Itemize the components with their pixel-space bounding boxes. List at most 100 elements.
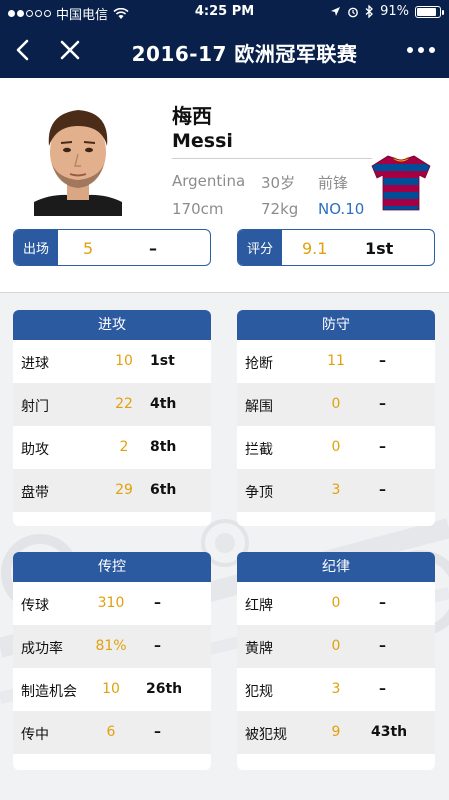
close-icon[interactable] xyxy=(54,34,86,66)
appearances-stat: 出场 5 – xyxy=(13,229,211,266)
stat-row: 盘带 29 6th xyxy=(13,469,211,512)
jersey-number: NO.10 xyxy=(318,200,365,218)
player-name-en: Messi xyxy=(172,130,233,152)
discipline-card: 纪律 红牌 0 – 黄牌 0 – 犯规 3 – 被犯规 9 43th xyxy=(237,552,435,770)
stat-rank: 26th xyxy=(146,681,183,697)
stat-label: 制造机会 xyxy=(21,684,77,700)
stat-value: 22 xyxy=(115,396,133,412)
stat-label: 被犯规 xyxy=(245,727,287,743)
stat-value: 2 xyxy=(119,439,129,455)
stat-row: 助攻 2 8th xyxy=(13,426,211,469)
stat-rank: – xyxy=(379,353,386,369)
stat-value: 3 xyxy=(331,681,341,697)
player-profile: 梅西 Messi Argentina 30岁 前锋 170cm 72kg NO.… xyxy=(0,78,449,292)
stat-rank: 43th xyxy=(371,724,408,740)
stat-rank: – xyxy=(379,439,386,455)
stat-value: 310 xyxy=(97,595,125,611)
stat-row: 黄牌 0 – xyxy=(237,625,435,668)
stat-row: 解围 0 – xyxy=(237,383,435,426)
stat-value: 29 xyxy=(115,482,133,498)
stat-rank: 8th xyxy=(150,439,177,455)
stat-rank: – xyxy=(154,595,161,611)
jersey-icon xyxy=(371,155,431,211)
stat-rank: 6th xyxy=(150,482,177,498)
name-divider xyxy=(172,158,372,159)
stat-row: 红牌 0 – xyxy=(237,582,435,625)
stat-row: 被犯规 9 43th xyxy=(237,711,435,754)
stat-label: 射门 xyxy=(21,399,49,415)
stat-value: 0 xyxy=(331,638,341,654)
appearances-rank: – xyxy=(149,239,157,258)
stat-row: 传球 310 – xyxy=(13,582,211,625)
position: 前锋 xyxy=(318,174,349,192)
card-title: 进攻 xyxy=(13,310,211,340)
stat-label: 红牌 xyxy=(245,598,273,614)
possession-card: 传控 传球 310 – 成功率 81% – 制造机会 10 26th 传中 6 – xyxy=(13,552,211,770)
defense-card: 防守 抢断 11 – 解围 0 – 拦截 0 – 争顶 3 – xyxy=(237,310,435,526)
rating-rank: 1st xyxy=(365,239,394,258)
attack-card: 进攻 进球 10 1st 射门 22 4th 助攻 2 8th 盘带 29 6th xyxy=(13,310,211,526)
stat-value: 6 xyxy=(106,724,116,740)
more-dots-icon[interactable] xyxy=(403,34,439,66)
stat-label: 争顶 xyxy=(245,485,273,501)
weight: 72kg xyxy=(261,200,299,218)
stat-row: 传中 6 – xyxy=(13,711,211,754)
stat-value: 10 xyxy=(102,681,120,697)
stat-label: 进球 xyxy=(21,356,49,372)
player-name-cn: 梅西 xyxy=(172,104,212,128)
nav-bar: 2016-17 欧洲冠军联赛 xyxy=(0,24,449,78)
stat-row: 成功率 81% – xyxy=(13,625,211,668)
location-arrow-icon xyxy=(331,7,341,16)
appearances-label: 出场 xyxy=(14,230,58,265)
stat-label: 成功率 xyxy=(21,641,63,657)
bluetooth-icon xyxy=(365,5,374,18)
stat-row: 进球 10 1st xyxy=(13,340,211,383)
stat-rank: – xyxy=(379,595,386,611)
stat-rank: – xyxy=(379,396,386,412)
stat-row: 犯规 3 – xyxy=(237,668,435,711)
card-title: 传控 xyxy=(13,552,211,582)
stat-row: 制造机会 10 26th xyxy=(13,668,211,711)
stat-value: 0 xyxy=(331,595,341,611)
top-bar: 中国电信 4:25 PM 91% 2016-17 欧洲冠军联赛 xyxy=(0,0,449,78)
stat-row: 抢断 11 – xyxy=(237,340,435,383)
stat-value: 10 xyxy=(115,353,133,369)
age: 30岁 xyxy=(261,174,296,192)
player-photo xyxy=(34,96,122,216)
stat-value: 9 xyxy=(331,724,341,740)
stat-row: 射门 22 4th xyxy=(13,383,211,426)
stat-value: 11 xyxy=(327,353,345,369)
height: 170cm xyxy=(172,200,224,218)
stat-row: 拦截 0 – xyxy=(237,426,435,469)
stat-label: 拦截 xyxy=(245,442,273,458)
page-title: 2016-17 欧洲冠军联赛 xyxy=(131,42,358,66)
card-title: 纪律 xyxy=(237,552,435,582)
nationality: Argentina xyxy=(172,172,246,190)
stat-rank: – xyxy=(154,638,161,654)
stat-value: 0 xyxy=(331,439,341,455)
chevron-left-icon[interactable] xyxy=(8,34,40,66)
stat-value: 0 xyxy=(331,396,341,412)
appearances-value: 5 xyxy=(83,239,94,258)
stat-rank: – xyxy=(379,638,386,654)
rating-stat: 评分 9.1 1st xyxy=(237,229,435,266)
stat-label: 解围 xyxy=(245,399,273,415)
stat-label: 助攻 xyxy=(21,442,49,458)
stat-label: 传中 xyxy=(21,727,49,743)
stat-label: 抢断 xyxy=(245,356,273,372)
stat-label: 黄牌 xyxy=(245,641,273,657)
rating-label: 评分 xyxy=(238,230,282,265)
section-divider xyxy=(0,292,449,293)
stat-value: 3 xyxy=(331,482,341,498)
stat-label: 盘带 xyxy=(21,485,49,501)
card-title: 防守 xyxy=(237,310,435,340)
battery-percent: 91% xyxy=(380,4,409,19)
alarm-icon xyxy=(348,7,358,17)
status-bar: 中国电信 4:25 PM 91% xyxy=(0,0,449,24)
stat-rank: – xyxy=(379,482,386,498)
stat-label: 传球 xyxy=(21,598,49,614)
rating-value: 9.1 xyxy=(302,239,328,258)
stat-value: 81% xyxy=(95,638,127,654)
stat-rank: – xyxy=(379,681,386,697)
stat-rank: 1st xyxy=(150,353,175,369)
